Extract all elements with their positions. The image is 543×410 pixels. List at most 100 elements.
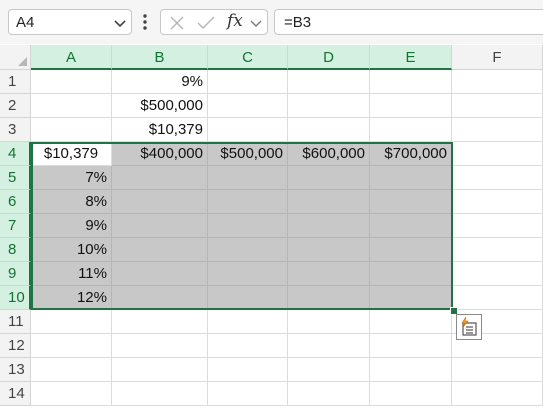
cell-d14[interactable] [288, 382, 370, 406]
row-header-5[interactable]: 5 [0, 166, 31, 190]
cell-e10[interactable] [370, 286, 452, 310]
cell-c6[interactable] [208, 190, 288, 214]
cell-a9[interactable]: 11% [31, 262, 112, 286]
cell-c5[interactable] [208, 166, 288, 190]
cell-d11[interactable] [288, 310, 370, 334]
chevron-down-icon[interactable] [249, 16, 263, 30]
cell-b3[interactable]: $10,379 [112, 118, 208, 142]
formula-input[interactable]: =B3 [274, 9, 543, 35]
cell-f7[interactable] [452, 214, 543, 238]
cell-e14[interactable] [370, 382, 452, 406]
cell-b10[interactable] [112, 286, 208, 310]
cell-e8[interactable] [370, 238, 452, 262]
cell-f6[interactable] [452, 190, 543, 214]
cell-b6[interactable] [112, 190, 208, 214]
row-header-3[interactable]: 3 [0, 118, 31, 142]
cell-a5[interactable]: 7% [31, 166, 112, 190]
cell-e11[interactable] [370, 310, 452, 334]
cell-c2[interactable] [208, 94, 288, 118]
cell-e3[interactable] [370, 118, 452, 142]
row-header-2[interactable]: 2 [0, 94, 31, 118]
row-header-9[interactable]: 9 [0, 262, 31, 286]
cell-f9[interactable] [452, 262, 543, 286]
column-header-d[interactable]: D [288, 45, 370, 70]
cell-b13[interactable] [112, 358, 208, 382]
cell-a4[interactable]: $10,379 [31, 142, 112, 166]
cell-e7[interactable] [370, 214, 452, 238]
cell-e13[interactable] [370, 358, 452, 382]
row-header-6[interactable]: 6 [0, 190, 31, 214]
cell-a2[interactable] [31, 94, 112, 118]
quick-analysis-button[interactable] [456, 314, 482, 340]
cell-f1[interactable] [452, 70, 543, 94]
cell-d8[interactable] [288, 238, 370, 262]
cell-e2[interactable] [370, 94, 452, 118]
cell-d2[interactable] [288, 94, 370, 118]
cell-f2[interactable] [452, 94, 543, 118]
cell-b12[interactable] [112, 334, 208, 358]
cell-f8[interactable] [452, 238, 543, 262]
cell-d13[interactable] [288, 358, 370, 382]
cell-e9[interactable] [370, 262, 452, 286]
cell-d3[interactable] [288, 118, 370, 142]
cell-b5[interactable] [112, 166, 208, 190]
cell-c8[interactable] [208, 238, 288, 262]
cell-f5[interactable] [452, 166, 543, 190]
cell-f13[interactable] [452, 358, 543, 382]
cell-c1[interactable] [208, 70, 288, 94]
cell-c9[interactable] [208, 262, 288, 286]
column-header-c[interactable]: C [208, 45, 288, 70]
cell-c11[interactable] [208, 310, 288, 334]
cell-c4[interactable]: $500,000 [208, 142, 288, 166]
cell-a13[interactable] [31, 358, 112, 382]
vertical-dots-icon[interactable] [139, 10, 151, 34]
column-header-e[interactable]: E [370, 45, 452, 70]
cell-b9[interactable] [112, 262, 208, 286]
cell-b14[interactable] [112, 382, 208, 406]
row-header-8[interactable]: 8 [0, 238, 31, 262]
column-header-a[interactable]: A [31, 45, 112, 70]
close-icon[interactable] [169, 15, 185, 31]
cell-e4[interactable]: $700,000 [370, 142, 452, 166]
cell-e5[interactable] [370, 166, 452, 190]
cell-a10[interactable]: 12% [31, 286, 112, 310]
cell-c12[interactable] [208, 334, 288, 358]
cell-a1[interactable] [31, 70, 112, 94]
row-header-14[interactable]: 14 [0, 382, 31, 406]
name-box[interactable]: A4 [8, 9, 132, 35]
cell-b11[interactable] [112, 310, 208, 334]
cell-c7[interactable] [208, 214, 288, 238]
insert-function-button[interactable]: fx [227, 11, 243, 31]
select-all-button[interactable] [0, 45, 31, 70]
cell-b4[interactable]: $400,000 [112, 142, 208, 166]
row-header-13[interactable]: 13 [0, 358, 31, 382]
cell-a11[interactable] [31, 310, 112, 334]
cell-b1[interactable]: 9% [112, 70, 208, 94]
cell-d6[interactable] [288, 190, 370, 214]
cell-a12[interactable] [31, 334, 112, 358]
cell-c14[interactable] [208, 382, 288, 406]
row-header-4[interactable]: 4 [0, 142, 31, 166]
cell-f4[interactable] [452, 142, 543, 166]
cell-a7[interactable]: 9% [31, 214, 112, 238]
cell-f10[interactable] [452, 286, 543, 310]
check-icon[interactable] [197, 15, 215, 31]
column-header-b[interactable]: B [112, 45, 208, 70]
cell-a8[interactable]: 10% [31, 238, 112, 262]
cell-d9[interactable] [288, 262, 370, 286]
cell-a3[interactable] [31, 118, 112, 142]
cell-e12[interactable] [370, 334, 452, 358]
row-header-11[interactable]: 11 [0, 310, 31, 334]
row-header-1[interactable]: 1 [0, 70, 31, 94]
cell-d7[interactable] [288, 214, 370, 238]
cell-b7[interactable] [112, 214, 208, 238]
cell-c3[interactable] [208, 118, 288, 142]
cell-b8[interactable] [112, 238, 208, 262]
cell-a6[interactable]: 8% [31, 190, 112, 214]
cell-c13[interactable] [208, 358, 288, 382]
row-header-7[interactable]: 7 [0, 214, 31, 238]
cell-d12[interactable] [288, 334, 370, 358]
cell-d10[interactable] [288, 286, 370, 310]
cell-d5[interactable] [288, 166, 370, 190]
column-header-f[interactable]: F [452, 45, 543, 70]
